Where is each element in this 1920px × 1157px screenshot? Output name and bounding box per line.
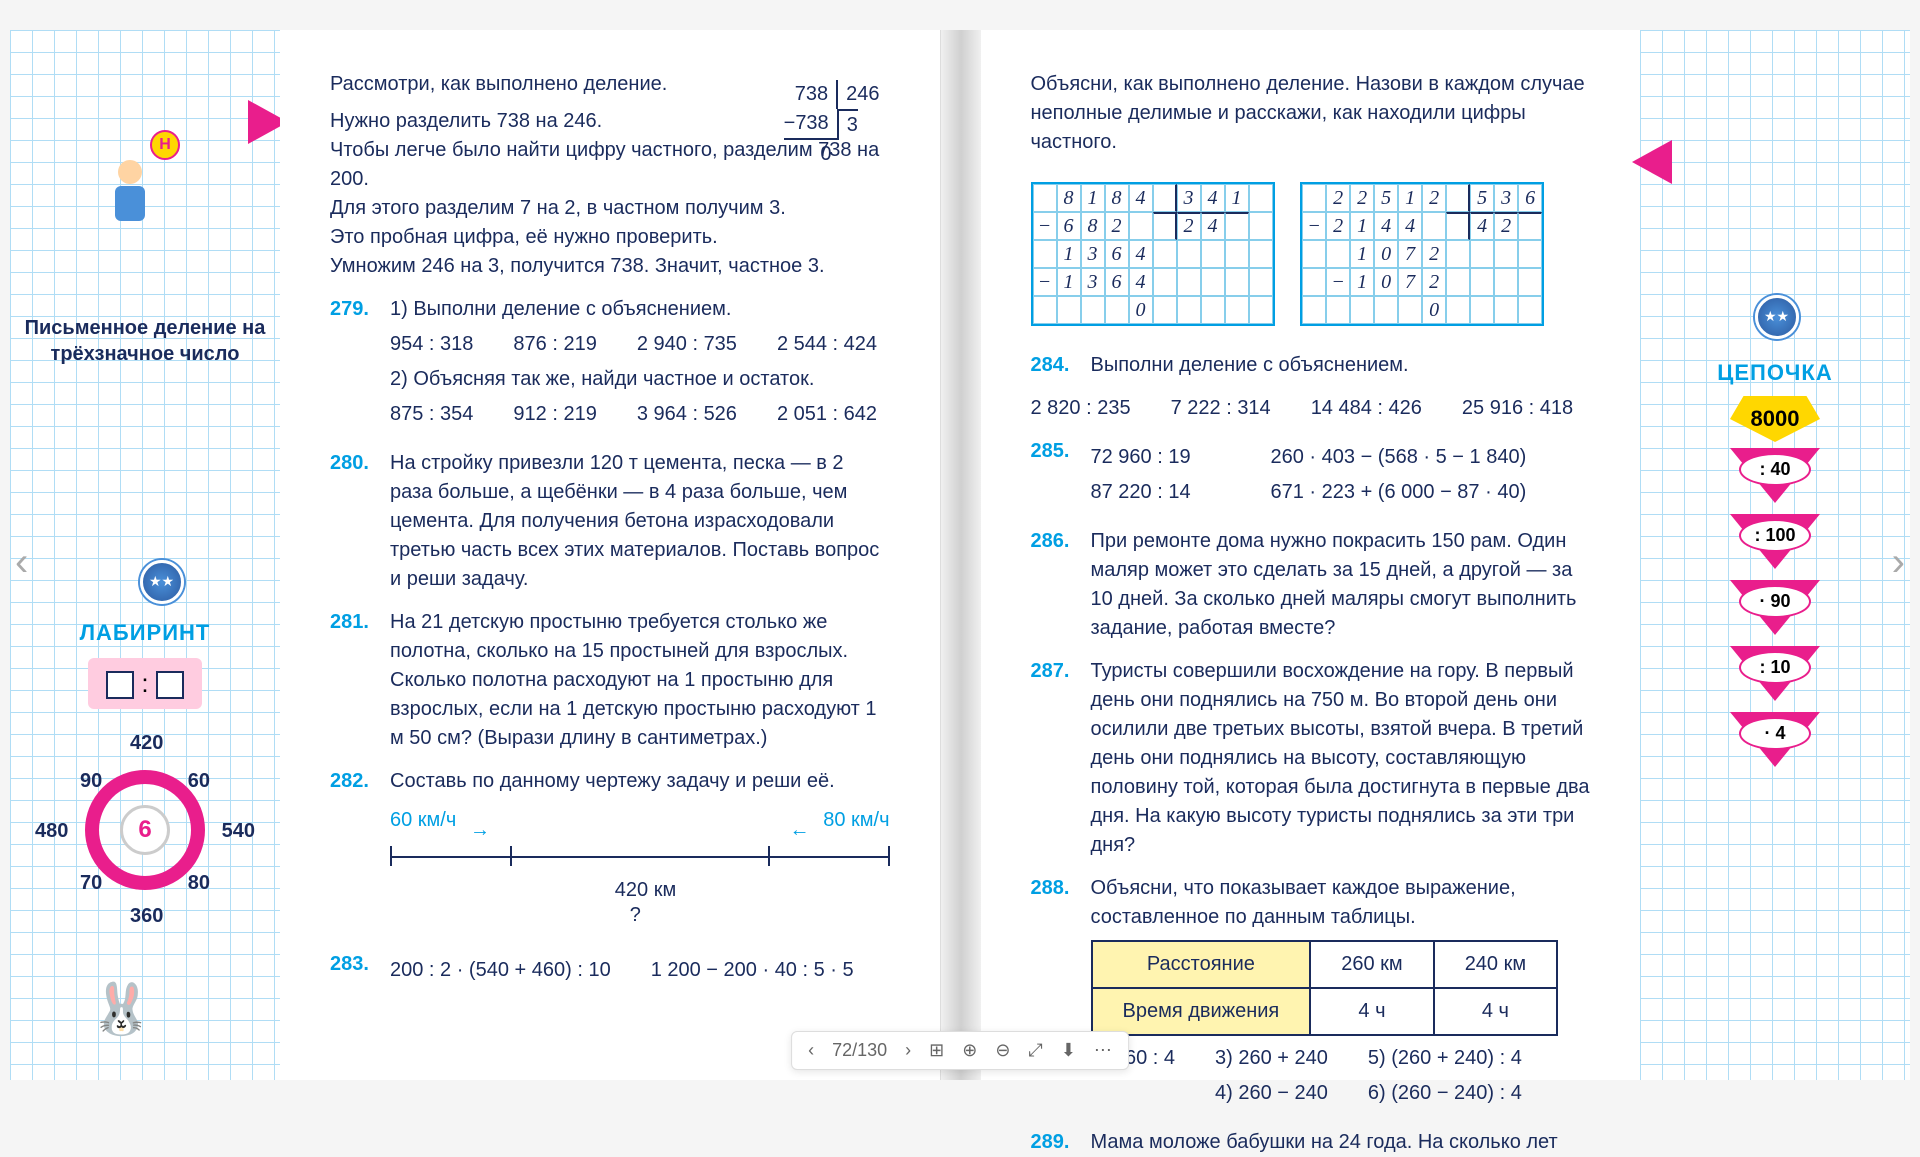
next-icon[interactable]: › <box>905 1040 911 1061</box>
problem-289: 289.Мама моложе бабушки на 24 года. На с… <box>1031 1128 1591 1157</box>
problem-281: 281.На 21 детскую простыню требуется сто… <box>330 608 890 753</box>
problem-284: 284.Выполни деление с объяснением. <box>1031 351 1591 380</box>
boy-illustration: Н <box>100 160 160 240</box>
labyrinth-label: ЛАБИРИНТ <box>10 620 280 646</box>
grid-icon[interactable]: ⊞ <box>929 1040 944 1061</box>
book-spine <box>941 30 981 1080</box>
more-icon[interactable]: ⋯ <box>1094 1040 1112 1061</box>
problem-287: 287.Туристы совершили восхождение на гор… <box>1031 657 1591 860</box>
prev-page-arrow[interactable]: ‹ <box>15 540 28 585</box>
section-title: Письменное деление на трёхзначное число <box>10 315 280 367</box>
left-margin: Н Письменное деление на трёхзначное числ… <box>10 30 280 1080</box>
page-right: Объясни, как выполнено деление. Назови в… <box>981 30 1641 1080</box>
diagram-282: 60 км/ч 80 км/ч → ← 420 км ? <box>390 806 890 926</box>
page-indicator: 72/130 <box>832 1040 887 1061</box>
document-viewer: Н Письменное деление на трёхзначное числ… <box>10 30 1910 1080</box>
chain-start: 8000 <box>1730 396 1820 442</box>
rabbit-illustration: 🐰 <box>90 980 160 1050</box>
prev-icon[interactable]: ‹ <box>808 1040 814 1061</box>
circle-diagram: 6 420 60 540 80 360 70 480 90 <box>65 750 225 910</box>
problem-288: 288. Объясни, что показывает каждое выра… <box>1031 874 1591 1114</box>
page-left: Рассмотри, как выполнено деление. Нужно … <box>280 30 941 1080</box>
next-page-arrow[interactable]: › <box>1892 540 1905 585</box>
star-badge-icon <box>140 560 184 604</box>
pointer-icon <box>1632 140 1672 184</box>
problem-286: 286.При ремонте дома нужно покрасить 150… <box>1031 527 1591 643</box>
labyrinth-widget: ЛАБИРИНТ : <box>10 620 280 709</box>
right-margin: ЦЕПОЧКА 8000 : 40 : 100 · 90 : 10 · 4 <box>1640 30 1910 1080</box>
long-division: 738246 −7383 0 <box>784 80 880 169</box>
download-icon[interactable]: ⬇ <box>1061 1040 1076 1061</box>
fullscreen-icon[interactable]: ⤢ <box>1028 1040 1042 1061</box>
zoom-in-icon[interactable]: ⊕ <box>962 1040 977 1061</box>
problem-280: 280.На стройку привезли 120 т цемента, п… <box>330 449 890 594</box>
chain-label: ЦЕПОЧКА <box>1640 360 1910 386</box>
labyrinth-input: : <box>88 658 202 709</box>
problem-282: 282. Составь по данному чертежу задачу и… <box>330 767 890 936</box>
problem-279: 279. 1) Выполни деление с объяснением. 9… <box>330 295 890 435</box>
intro-text-2: Объясни, как выполнено деление. Назови в… <box>1031 70 1591 157</box>
zoom-out-icon[interactable]: ⊖ <box>995 1040 1010 1061</box>
viewer-toolbar: ‹ 72/130 › ⊞ ⊕ ⊖ ⤢ ⬇ ⋯ <box>791 1031 1129 1070</box>
chain-widget: ЦЕПОЧКА 8000 : 40 : 100 · 90 : 10 · 4 <box>1640 360 1910 772</box>
table-288: Расстояние260 км240 км Время движения4 ч… <box>1091 940 1559 1036</box>
star-badge-icon <box>1755 295 1799 339</box>
grid-calculations: 8184341−682241364−13640 22512536−2144421… <box>1031 172 1591 336</box>
problem-283: 283.200 : 2 · (540 + 460) : 101 200 − 20… <box>330 950 890 991</box>
problem-285: 285. 72 960 : 19260 · 403 − (568 · 5 − 1… <box>1031 437 1591 513</box>
